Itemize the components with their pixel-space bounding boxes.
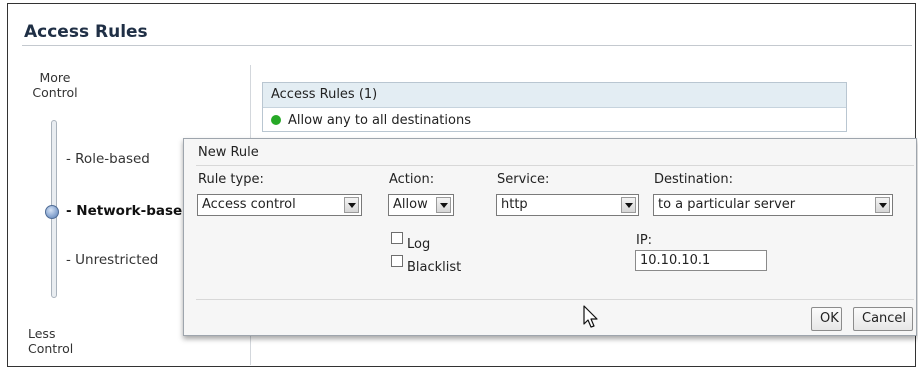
ip-input[interactable]: 10.10.10.1 (635, 250, 767, 271)
action-select[interactable]: Allow (388, 194, 454, 216)
action-value: Allow (393, 197, 428, 212)
title-divider (22, 45, 912, 46)
destination-value: to a particular server (658, 197, 796, 212)
level-role-based[interactable]: - Role-based (66, 151, 150, 167)
chevron-down-icon[interactable] (875, 197, 890, 213)
ip-label: IP: (636, 233, 653, 248)
chevron-down-icon[interactable] (621, 197, 636, 213)
blacklist-checkbox[interactable] (391, 255, 403, 267)
page-title: Access Rules (24, 22, 148, 42)
access-rules-header: Access Rules (1) (263, 83, 846, 108)
dialog-title-divider (196, 165, 914, 166)
chevron-down-icon[interactable] (344, 197, 359, 213)
slider-bottom-label: Less Control (28, 326, 74, 356)
ok-button[interactable]: OK (811, 307, 842, 331)
dialog-title: New Rule (198, 145, 259, 160)
service-select[interactable]: http (496, 194, 639, 216)
destination-select[interactable]: to a particular server (653, 194, 893, 216)
log-checkbox[interactable] (391, 232, 403, 244)
rule-type-value: Access control (202, 197, 296, 212)
service-label: Service: (497, 172, 550, 187)
destination-label: Destination: (654, 172, 733, 187)
access-rules-panel: Access Rules (1) Allow any to all destin… (262, 82, 847, 132)
log-label: Log (407, 237, 431, 252)
status-dot-icon (271, 115, 281, 125)
chevron-down-icon[interactable] (436, 197, 451, 213)
level-network-based[interactable]: - Network-base (66, 203, 182, 219)
access-rule-row[interactable]: Allow any to all destinations (263, 108, 846, 132)
control-slider-handle[interactable] (45, 205, 59, 219)
level-unrestricted[interactable]: - Unrestricted (66, 252, 158, 268)
access-rule-text: Allow any to all destinations (288, 112, 471, 128)
slider-top-label: More Control (32, 70, 78, 100)
rule-type-select[interactable]: Access control (197, 194, 362, 216)
service-value: http (501, 197, 528, 212)
blacklist-label: Blacklist (407, 260, 462, 275)
action-label: Action: (389, 172, 435, 187)
new-rule-dialog: New Rule Rule type: Access control Actio… (183, 138, 917, 336)
rule-type-label: Rule type: (198, 172, 264, 187)
dialog-footer-divider (196, 299, 914, 300)
cancel-button[interactable]: Cancel (853, 307, 913, 331)
mouse-cursor-icon (583, 305, 598, 328)
